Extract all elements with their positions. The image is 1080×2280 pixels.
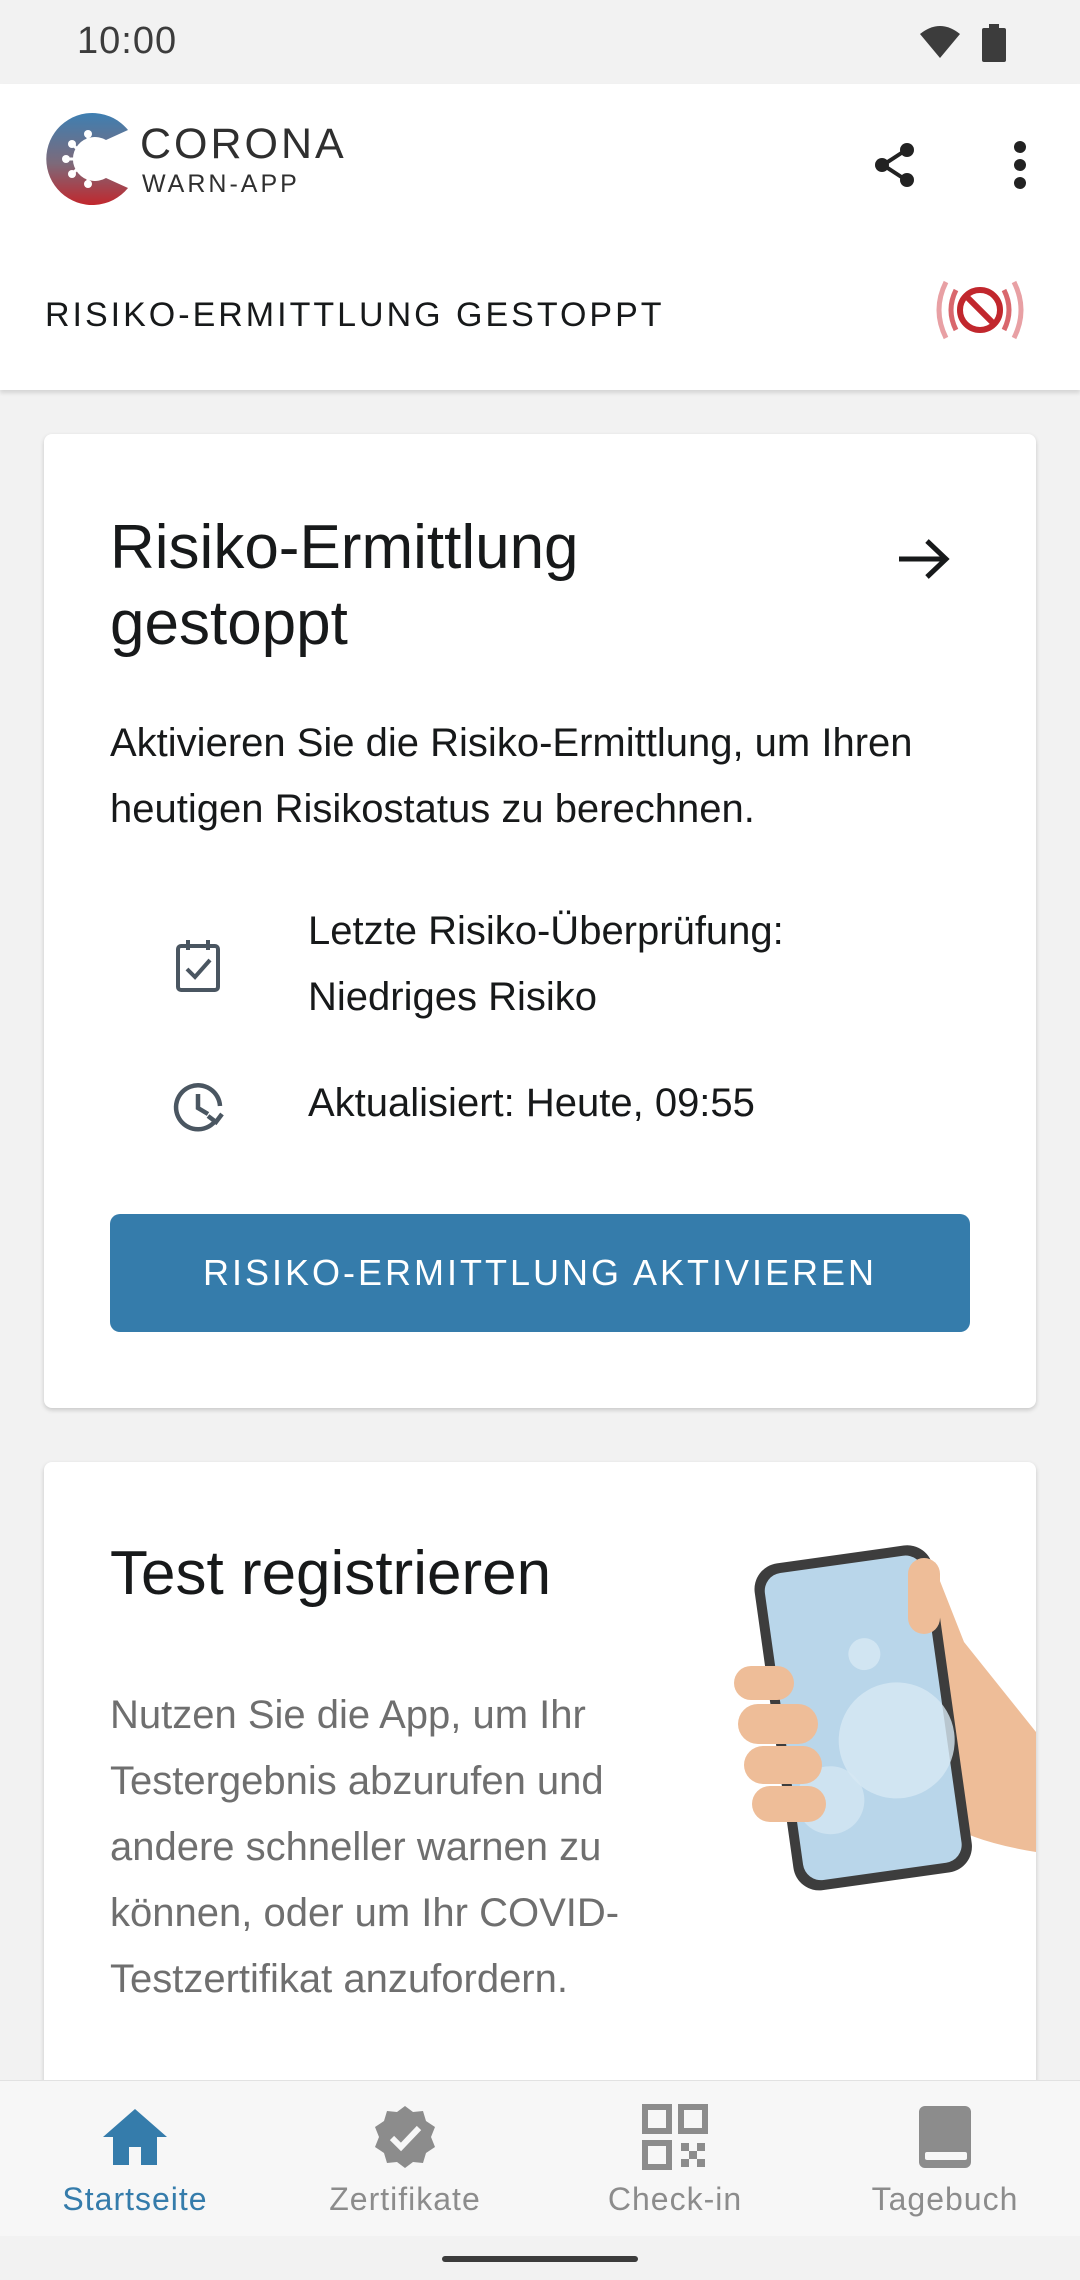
arrow-right-icon [899,539,950,579]
certificate-icon [371,2103,439,2171]
app-header: CORONA WARN-APP RISIKO-ERMITTLUNG GESTOP… [0,84,1080,390]
overflow-menu-button[interactable] [985,130,1055,200]
nav-item-zertifikate[interactable]: Zertifikate [270,2081,540,2237]
risk-card[interactable]: Risiko-Ermittlung gestoppt Aktivieren Si… [44,434,1036,1408]
nav-item-tagebuch[interactable]: Tagebuch [810,2081,1080,2237]
battery-icon [982,24,1006,67]
share-icon [875,143,914,187]
gesture-navigation-area [0,2236,1080,2280]
brand-subtitle: WARN-APP [142,170,300,198]
risk-card-description: Aktivieren Sie die Risiko-Ermittlung, um… [110,721,913,831]
last-risk-check-value: Niedriges Risiko [308,975,597,1019]
updated-row: Aktualisiert: Heute, 09:55 [110,1070,990,1150]
register-test-description: Nutzen Sie die App, um Ihr Testergebnis … [110,1693,620,2001]
risk-card-title: Risiko-Ermittlung gestoppt [110,513,579,658]
updated-text: Aktualisiert: Heute, 09:55 [308,1081,755,1125]
wifi-icon [918,24,962,65]
nav-label-startseite: Startseite [62,2181,208,2217]
nav-label-zertifikate: Zertifikate [329,2181,481,2217]
nav-label-tagebuch: Tagebuch [871,2181,1019,2217]
last-risk-check-row: Letzte Risiko-Überprüfung: Niedriges Ris… [110,898,990,1038]
nav-item-check-in[interactable]: Check-in [540,2081,810,2237]
corona-warn-app-logo-icon [42,108,134,210]
nav-label-check-in: Check-in [607,2181,743,2217]
last-risk-check-label: Letzte Risiko-Überprüfung: [308,909,784,953]
register-test-title: Test registrieren [110,1539,552,1608]
home-content[interactable]: Risiko-Ermittlung gestoppt Aktivieren Si… [0,390,1080,2080]
share-button[interactable] [860,130,930,200]
activate-risk-tracing-button[interactable]: RISIKO-ERMITTLUNG AKTIVIEREN [110,1214,970,1332]
status-time: 10:00 [77,20,178,62]
home-icon [101,2103,169,2171]
status-bar: 10:00 [0,0,1080,84]
brand-title: CORONA [140,120,347,168]
clock-refresh-icon [170,1080,226,1136]
more-vert-icon [1014,141,1026,189]
register-test-card[interactable]: Test registrieren Nutzen Sie die App, um… [44,1462,1036,2080]
risk-card-details-button[interactable] [884,524,964,594]
risk-status-header: RISIKO-ERMITTLUNG GESTOPPT [45,296,665,334]
tracing-stopped-icon [932,270,1028,350]
gesture-handle[interactable] [442,2256,638,2262]
calendar-check-icon [170,938,226,994]
hand-holding-phone-illustration [724,1532,1036,1912]
book-icon [911,2103,979,2171]
qr-code-icon [641,2103,709,2171]
bottom-navigation: Startseite Zertifikate Check-in Tagebuch [0,2080,1080,2236]
nav-item-startseite[interactable]: Startseite [0,2081,270,2237]
